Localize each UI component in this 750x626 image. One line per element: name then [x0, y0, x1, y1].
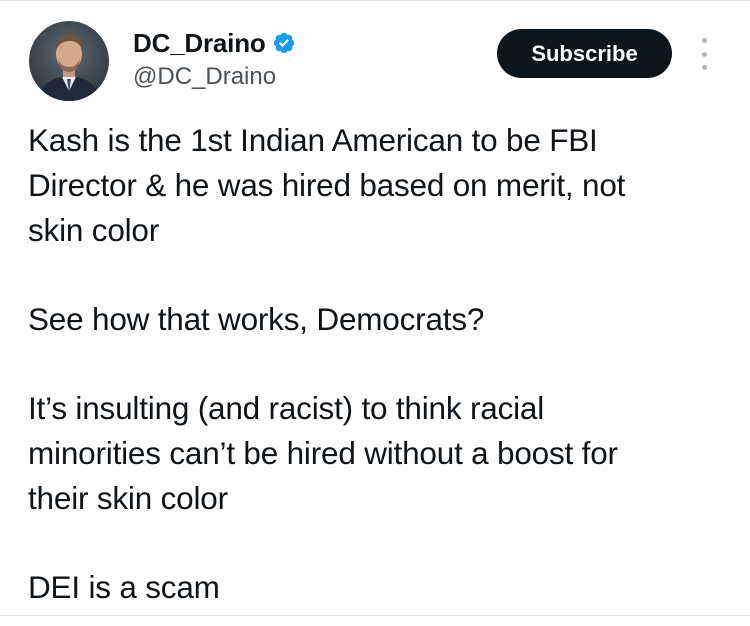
avatar[interactable]	[29, 21, 109, 101]
tweet-paragraph: It’s insulting (and racist) to think rac…	[28, 390, 618, 516]
author-display-name[interactable]: DC_Draino	[133, 26, 266, 60]
tweet-paragraph: Kash is the 1st Indian American to be FB…	[28, 122, 626, 248]
author-name-row[interactable]: DC_Draino	[133, 26, 296, 60]
subscribe-button[interactable]: Subscribe	[497, 29, 672, 78]
more-dot	[701, 65, 707, 70]
tweet-paragraph: See how that works, Democrats?	[28, 301, 485, 337]
verified-badge-icon[interactable]	[272, 31, 296, 55]
author-handle[interactable]: @DC_Draino	[133, 62, 296, 92]
tweet-header: DC_Draino @DC_Draino Subscribe	[0, 0, 750, 110]
tweet-text: Kash is the 1st Indian American to be FB…	[28, 118, 728, 610]
bottom-divider	[0, 615, 750, 616]
more-vertical-icon[interactable]	[696, 38, 712, 70]
author-info: DC_Draino @DC_Draino	[133, 26, 296, 92]
tweet-paragraph: DEI is a scam	[28, 569, 220, 605]
avatar-image	[29, 21, 109, 101]
more-dot	[701, 38, 707, 43]
more-dot	[701, 51, 707, 57]
